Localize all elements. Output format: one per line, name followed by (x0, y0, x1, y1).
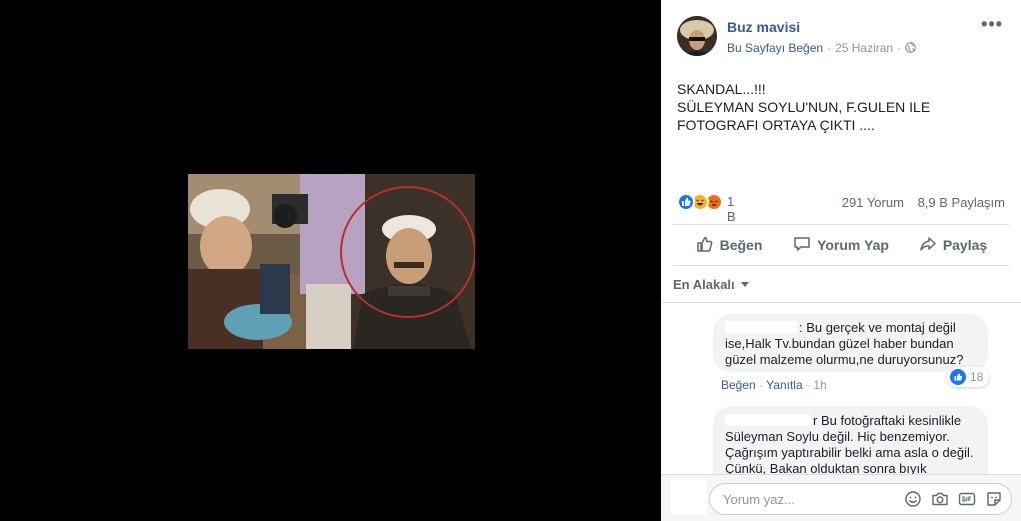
like-page-link[interactable]: Bu Sayfayı Beğen (727, 41, 823, 55)
comment-reaction-badge[interactable]: 18 (947, 367, 990, 387)
comment-reaction-count: 18 (970, 370, 984, 384)
comment-icon (793, 235, 817, 256)
redacted-name (725, 414, 811, 426)
share-button[interactable]: Paylaş (897, 230, 1009, 260)
comment-count[interactable]: 291 Yorum (842, 195, 904, 210)
comment-composer: Yorum yaz... (661, 474, 1021, 521)
post-text: SKANDAL...!!! SÜLEYMAN SOYLU'NUN, F.GULE… (677, 80, 1007, 134)
separator-dot: · (897, 41, 902, 55)
post-panel: Buz mavisi Bu Sayfayı Beğen · 25 Haziran · … (661, 0, 1021, 521)
comment-sort-dropdown[interactable]: En Alakalı (673, 277, 749, 292)
separator-dot: · (827, 41, 832, 55)
like-button-label: Beğen (719, 237, 763, 253)
comment-input[interactable]: Yorum yaz... (709, 483, 1012, 515)
emoji-icon[interactable] (904, 490, 922, 508)
comment-like-link[interactable]: Beğen (721, 378, 756, 392)
camera-icon[interactable] (931, 490, 949, 508)
share-icon (919, 235, 943, 256)
post-text-line: FOTOGRAFI ORTAYA ÇIKTI .... (677, 117, 875, 133)
post-text-line: SKANDAL...!!! (677, 81, 766, 97)
post-date[interactable]: 25 Haziran (835, 41, 893, 55)
comment-button-label: Yorum Yap (817, 237, 889, 253)
commenter-avatar[interactable] (675, 406, 707, 438)
globe-icon (905, 41, 916, 55)
gif-icon[interactable] (958, 490, 976, 508)
comment-input-placeholder: Yorum yaz... (723, 492, 795, 507)
like-reaction-icon (677, 193, 695, 211)
chevron-down-icon (740, 282, 749, 287)
share-button-label: Paylaş (942, 237, 988, 253)
photo-viewer[interactable] (0, 0, 661, 521)
sort-label: En Alakalı (673, 277, 735, 292)
post-actions: Beğen Yorum Yap Paylaş (673, 230, 1009, 260)
divider (661, 302, 1021, 303)
page-avatar[interactable] (677, 16, 717, 56)
sticker-icon[interactable] (985, 490, 1003, 508)
post-text-line: SÜLEYMAN SOYLU'NUN, F.GULEN ILE (677, 99, 931, 115)
share-count[interactable]: 8,9 B Paylaşım (918, 195, 1005, 210)
comment-reply-link[interactable]: Yanıtla (766, 378, 802, 392)
comment-button[interactable]: Yorum Yap (785, 230, 897, 260)
more-options-icon[interactable]: ••• (981, 14, 1003, 35)
comment-bubble: : Bu gerçek ve montaj değil ise,Halk Tv.… (713, 314, 988, 372)
like-button[interactable]: Beğen (673, 230, 785, 260)
user-avatar (671, 479, 707, 515)
composer-icons (895, 490, 1003, 508)
reaction-count[interactable]: 1 B (727, 194, 736, 224)
post-meta: Bu Sayfayı Beğen · 25 Haziran · (727, 41, 916, 55)
post-photo[interactable] (188, 174, 475, 349)
comment-actions: Beğen · Yanıtla · 1h (721, 378, 827, 392)
like-reaction-icon (950, 369, 966, 385)
post-stats: 291 Yorum 8,9 B Paylaşım (842, 195, 1005, 210)
commenter-avatar[interactable] (675, 314, 707, 346)
thumbs-up-icon (696, 235, 720, 256)
page-name[interactable]: Buz mavisi (727, 19, 800, 35)
comment-time[interactable]: 1h (813, 378, 826, 392)
redacted-name (725, 321, 797, 333)
divider (673, 265, 1009, 266)
divider (673, 224, 1009, 225)
